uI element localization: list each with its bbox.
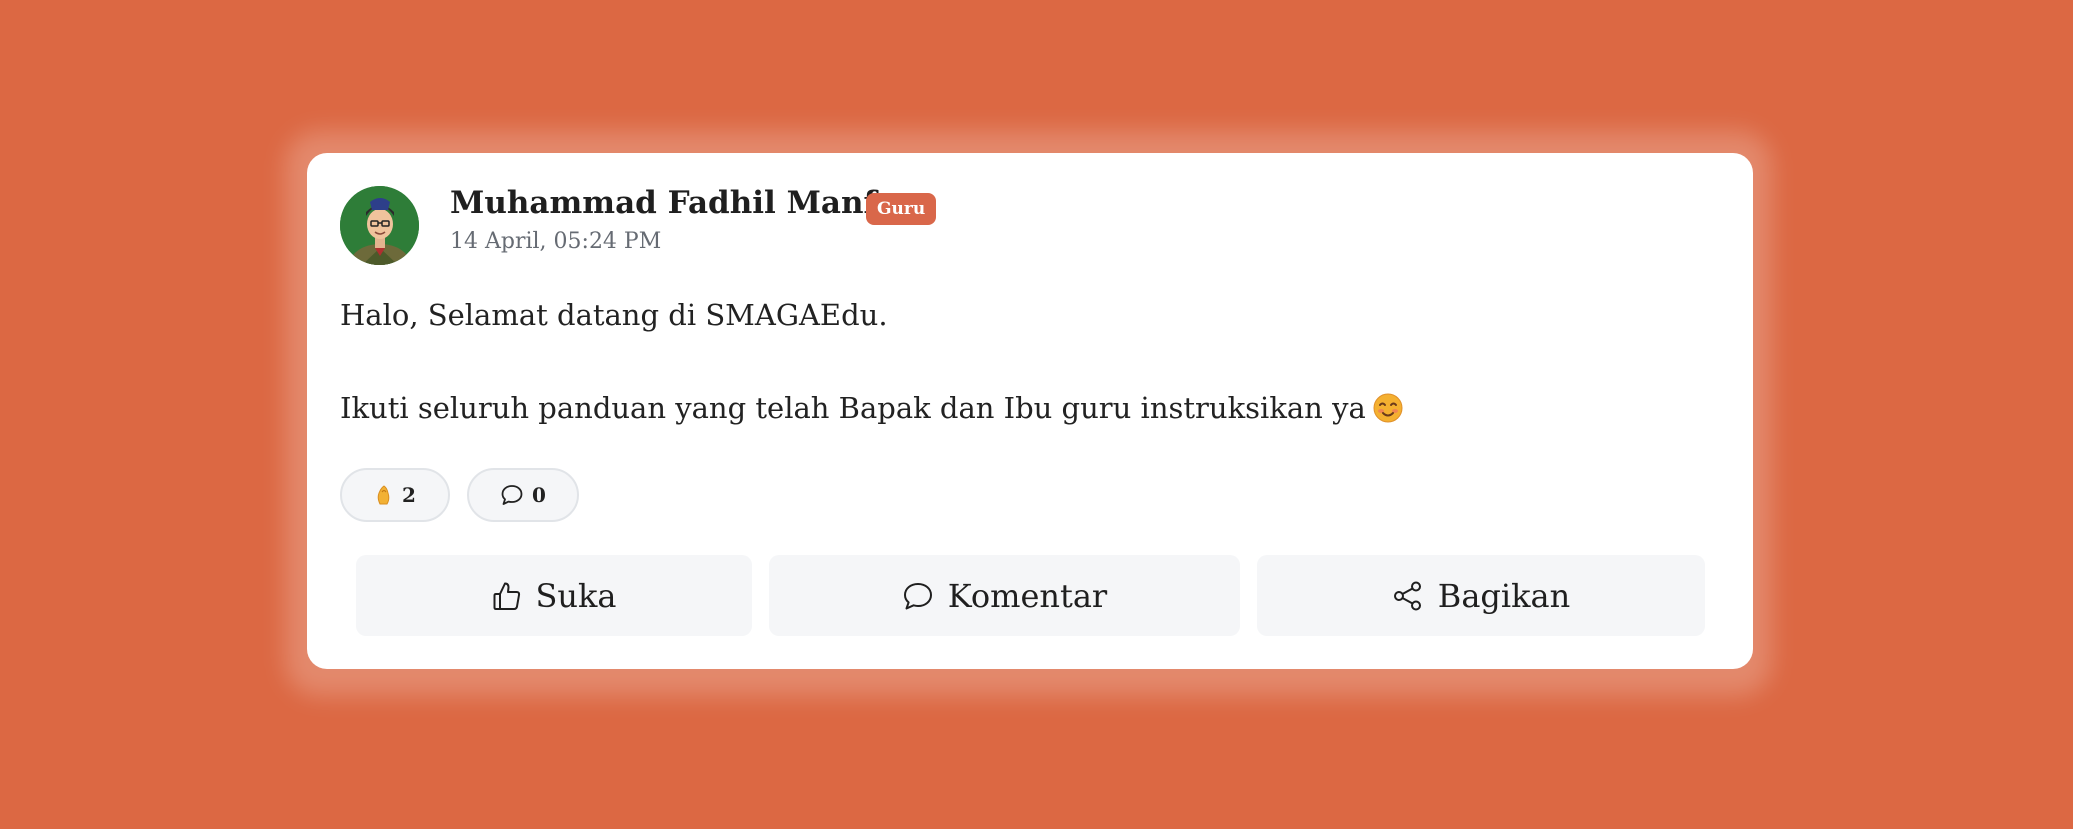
comments-count: 0 [532, 483, 546, 507]
author-name[interactable]: Muhammad Fadhil Manfa [450, 183, 897, 223]
avatar-image [340, 186, 419, 265]
pinched-fingers-icon [374, 484, 394, 506]
share-icon [1392, 580, 1424, 612]
thumbs-up-icon [492, 580, 522, 612]
comment-bubble-icon [500, 484, 524, 506]
role-badge: Guru [866, 193, 937, 225]
post-text-line-2-text: Ikuti seluruh panduan yang telah Bapak d… [340, 391, 1366, 425]
share-button-label: Bagikan [1437, 576, 1571, 615]
post-text-line-1: Halo, Selamat datang di SMAGAEdu. [340, 298, 888, 332]
likes-count-pill[interactable]: 2 [340, 468, 450, 522]
like-button-label: Suka [535, 576, 617, 615]
post-text-line-2: Ikuti seluruh panduan yang telah Bapak d… [340, 388, 1700, 428]
likes-count: 2 [402, 483, 416, 507]
share-button[interactable]: Bagikan [1257, 555, 1705, 636]
post-content: Halo, Selamat datang di SMAGAEdu. Ikuti … [340, 295, 1700, 428]
like-button[interactable]: Suka [356, 555, 752, 636]
post-card: Muhammad Fadhil Manfa Guru 14 April, 05:… [307, 153, 1753, 669]
comment-button-label: Komentar [947, 576, 1108, 615]
author-avatar[interactable] [340, 186, 419, 265]
comment-button[interactable]: Komentar [769, 555, 1240, 636]
comments-count-pill[interactable]: 0 [467, 468, 579, 522]
comment-icon [902, 581, 934, 611]
smiling-face-icon [1372, 392, 1404, 424]
post-timestamp: 14 April, 05:24 PM [450, 229, 662, 254]
